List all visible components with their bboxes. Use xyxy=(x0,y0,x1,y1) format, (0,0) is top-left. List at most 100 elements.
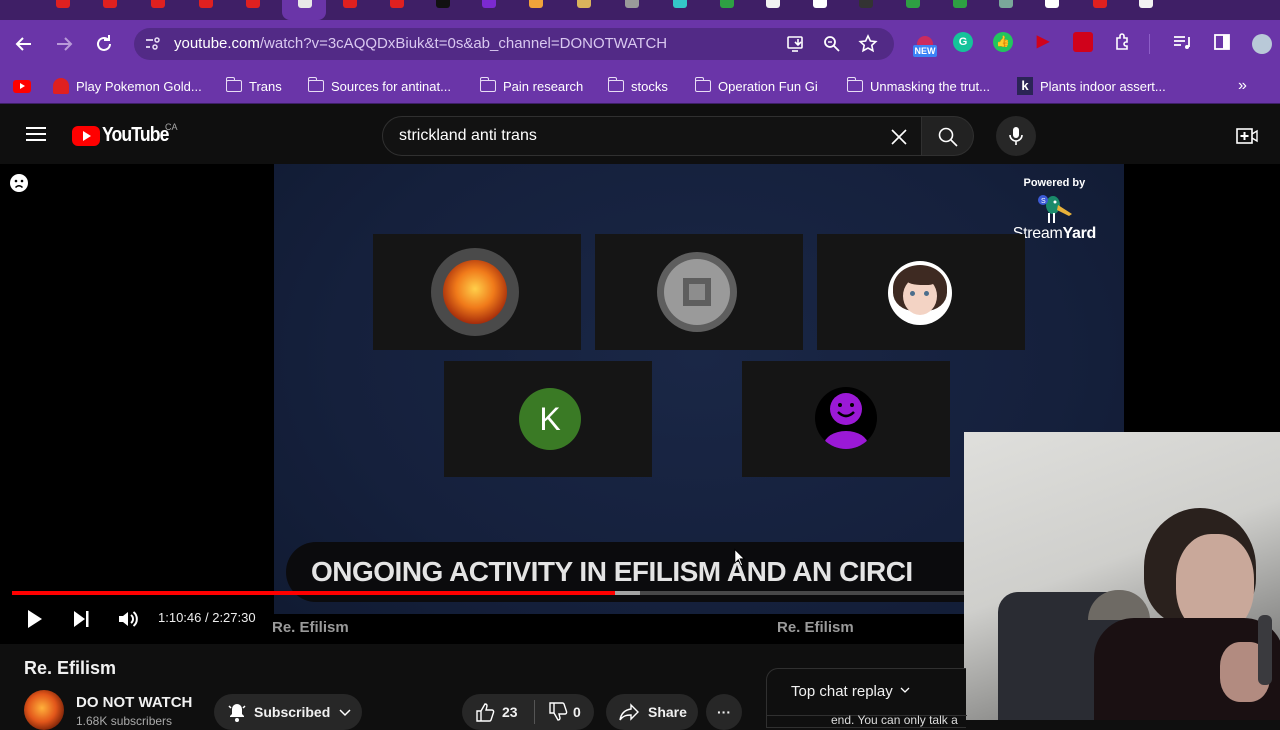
tab-favicon[interactable] xyxy=(577,0,591,8)
thumbs-up-extension[interactable]: 👍 xyxy=(993,32,1013,52)
reload-button[interactable] xyxy=(92,32,116,56)
bookmark-folder-sources[interactable]: Sources for antinat... xyxy=(307,77,451,95)
return-dislike-extension[interactable]: ▶ xyxy=(1033,32,1053,52)
playlist-music-icon xyxy=(1174,36,1190,49)
create-video-button[interactable] xyxy=(1236,128,1258,144)
play-button[interactable] xyxy=(22,607,46,631)
tab-favicon[interactable] xyxy=(953,0,967,8)
bookmarks-bar: Play Pokemon Gold... Trans Sources for a… xyxy=(0,68,1280,104)
cartoon-woman-avatar xyxy=(888,261,952,325)
folder-icon xyxy=(307,77,324,92)
chat-message: end. You can only talk a xyxy=(831,713,958,727)
chevron-down-icon xyxy=(900,687,910,693)
ghost-icon xyxy=(53,78,69,94)
bookmark-plants[interactable]: k Plants indoor assert... xyxy=(1017,77,1166,95)
tab-favicon[interactable] xyxy=(766,0,780,8)
share-button[interactable]: Share xyxy=(606,694,698,730)
install-app-icon[interactable] xyxy=(786,34,806,54)
tab-favicon[interactable] xyxy=(529,0,543,8)
extensions-button[interactable] xyxy=(1113,32,1133,52)
share-label: Share xyxy=(648,704,687,720)
tab-favicon[interactable] xyxy=(298,0,312,8)
side-panel-button[interactable] xyxy=(1212,32,1232,52)
new-badge: NEW xyxy=(913,45,937,57)
bookmark-star-icon[interactable] xyxy=(858,34,878,54)
youtube-logo[interactable]: YouTube xyxy=(72,124,178,147)
grammarly-extension[interactable]: G xyxy=(953,32,973,52)
next-button[interactable] xyxy=(69,607,93,631)
tab-favicon[interactable] xyxy=(999,0,1013,8)
back-button[interactable] xyxy=(12,32,36,56)
square-stop-icon xyxy=(683,278,711,306)
channel-avatar[interactable] xyxy=(24,690,64,730)
country-code: CA xyxy=(165,122,178,132)
toolbar-divider xyxy=(1149,34,1150,54)
tab-favicon[interactable] xyxy=(859,0,873,8)
youtube-wordmark: YouTube xyxy=(102,124,169,146)
tab-favicon[interactable] xyxy=(1093,0,1107,8)
tab-favicon[interactable] xyxy=(390,0,404,8)
tab-favicon[interactable] xyxy=(1045,0,1059,8)
tab-favicon[interactable] xyxy=(151,0,165,8)
bookmark-youtube[interactable] xyxy=(13,77,31,95)
video-add-icon xyxy=(1236,128,1258,144)
bookmark-folder-trans[interactable]: Trans xyxy=(225,77,282,95)
folder-icon xyxy=(225,77,242,92)
chat-extension[interactable] xyxy=(1073,32,1093,52)
clear-search-button[interactable] xyxy=(887,125,911,149)
tab-favicon[interactable] xyxy=(813,0,827,8)
chat-mode-selector[interactable]: Top chat replay xyxy=(791,683,911,700)
grammarly-icon: G xyxy=(958,36,968,48)
tab-favicon[interactable] xyxy=(103,0,117,8)
side-panel-icon xyxy=(1214,34,1230,50)
tab-favicon[interactable] xyxy=(199,0,213,8)
tab-favicon[interactable] xyxy=(673,0,687,8)
purple-smiley-avatar xyxy=(815,387,877,449)
voice-search-button[interactable] xyxy=(996,116,1036,156)
microphone xyxy=(1258,615,1272,685)
fire-horse-avatar xyxy=(443,260,507,324)
folder-icon xyxy=(694,77,711,92)
tab-favicon[interactable] xyxy=(720,0,734,8)
bookmark-label: Plants indoor assert... xyxy=(1040,78,1166,94)
forward-button[interactable] xyxy=(52,32,76,56)
mouse-cursor-icon xyxy=(734,548,746,567)
watermark-right: Re. Efilism xyxy=(777,619,854,636)
bookmark-folder-unmasking[interactable]: Unmasking the trut... xyxy=(846,77,990,95)
subscribed-button[interactable]: Subscribed xyxy=(214,694,362,730)
tab-favicon[interactable] xyxy=(343,0,357,8)
tab-favicon[interactable] xyxy=(56,0,70,8)
tab-favicon[interactable] xyxy=(1139,0,1153,8)
forward-arrow-icon xyxy=(57,37,73,51)
tab-favicon[interactable] xyxy=(482,0,496,8)
bookmark-folder-stocks[interactable]: stocks xyxy=(607,77,668,95)
more-actions-button[interactable]: ··· xyxy=(706,694,742,730)
channel-name[interactable]: DO NOT WATCH xyxy=(76,694,192,711)
tab-favicon[interactable] xyxy=(625,0,639,8)
folder-icon xyxy=(479,77,496,92)
sad-face-icon xyxy=(10,174,28,192)
menu-icon[interactable] xyxy=(26,127,46,141)
bookmark-folder-pain-research[interactable]: Pain research xyxy=(479,77,583,95)
new-badge-extension[interactable]: NEW xyxy=(913,36,937,58)
address-bar[interactable]: youtube.com/watch?v=3cAQQDxBiuk&t=0s&ab_… xyxy=(134,28,894,60)
dislike-icon: ▶ xyxy=(1036,33,1050,50)
tab-favicon[interactable] xyxy=(906,0,920,8)
streamyard-wordmark: StreamYard xyxy=(1012,225,1097,242)
dislike-count: 0 xyxy=(573,704,581,720)
bookmark-pokemon[interactable]: Play Pokemon Gold... xyxy=(53,77,202,95)
bookmarks-overflow-button[interactable]: » xyxy=(1238,77,1247,95)
tab-favicon[interactable] xyxy=(436,0,450,8)
media-control-button[interactable] xyxy=(1172,32,1192,52)
zoom-icon[interactable] xyxy=(822,34,842,54)
search-input[interactable] xyxy=(399,125,869,147)
profile-avatar[interactable] xyxy=(1252,34,1272,54)
tab-favicon[interactable] xyxy=(246,0,260,8)
bookmark-folder-operation-fun[interactable]: Operation Fun Gi xyxy=(694,77,818,95)
search-button[interactable] xyxy=(922,116,974,156)
site-settings-icon[interactable] xyxy=(144,35,162,53)
participant-tile xyxy=(373,234,581,350)
url-text[interactable]: youtube.com/watch?v=3cAQQDxBiuk&t=0s&ab_… xyxy=(174,35,667,52)
participant-tile xyxy=(817,234,1025,350)
volume-button[interactable] xyxy=(116,607,140,631)
